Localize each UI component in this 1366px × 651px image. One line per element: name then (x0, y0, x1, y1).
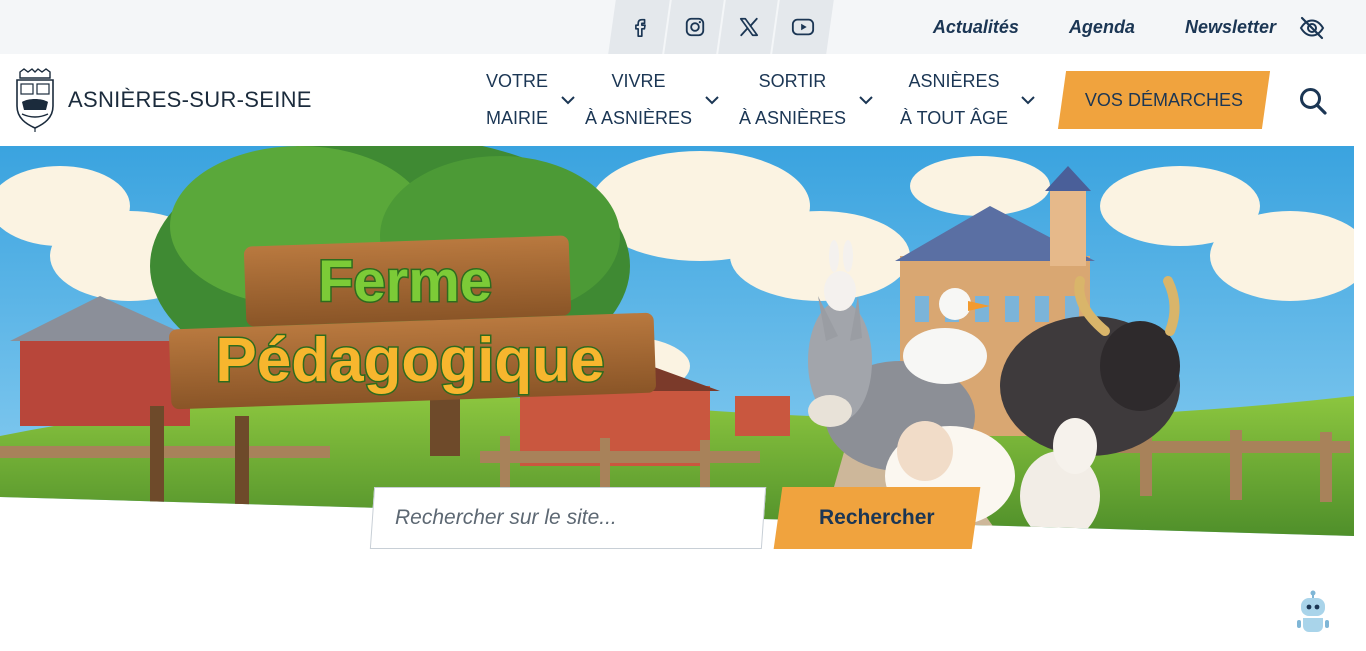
nav-sortir-a-asnieres[interactable]: SORTIR À ASNIÈRES (720, 54, 874, 146)
search-input[interactable] (373, 488, 763, 548)
x-twitter-icon (739, 17, 759, 37)
nav-label: VOTRE MAIRIE (486, 71, 548, 129)
search-icon[interactable] (1298, 86, 1328, 116)
vos-demarches-button[interactable]: VOS DÉMARCHES (1057, 71, 1271, 129)
nav-label: VIVRE À ASNIÈRES (585, 71, 692, 129)
nav-label-line1: ASNIÈRES (908, 71, 1000, 91)
link-agenda[interactable]: Agenda (1069, 17, 1135, 38)
hero-title-line1: Ferme (318, 249, 492, 314)
nav-vivre-a-asnieres[interactable]: VIVRE À ASNIÈRES (576, 54, 720, 146)
hero-banner: Ferme Pédagogique (0, 146, 1354, 536)
nav-label-line1: SORTIR (758, 71, 827, 91)
nav-label-line2: À TOUT ÂGE (899, 108, 1008, 128)
youtube-link[interactable] (770, 0, 834, 54)
search-submit-label: Rechercher (819, 506, 935, 529)
nav-label-line1: VIVRE (611, 71, 666, 91)
chevron-down-icon (1021, 96, 1035, 105)
city-crest-logo (16, 68, 54, 132)
vos-demarches-label: VOS DÉMARCHES (1084, 89, 1244, 110)
home-logo-link[interactable]: ASNIÈRES-SUR-SEINE (14, 68, 312, 132)
link-newsletter[interactable]: Newsletter (1185, 17, 1276, 38)
chevron-down-icon (561, 96, 575, 105)
main-navigation: VOTRE MAIRIE VIVRE À ASNIÈRES SORTIR À A… (440, 54, 1036, 146)
nav-label-line2: MAIRIE (485, 108, 548, 128)
nav-votre-mairie[interactable]: VOTRE MAIRIE (440, 54, 576, 146)
search-submit-button[interactable]: Rechercher (773, 487, 981, 549)
social-links (608, 0, 834, 54)
hero-title-line2: Pédagogique (215, 326, 604, 395)
instagram-icon (685, 17, 705, 37)
nav-asnieres-a-tout-age[interactable]: ASNIÈRES À TOUT ÂGE (874, 54, 1036, 146)
nav-label-line1: VOTRE (485, 71, 548, 91)
accessibility-eye-slash-icon[interactable] (1298, 14, 1326, 42)
farm-illustration: Ferme Pédagogique (0, 146, 1354, 536)
chevron-down-icon (705, 96, 719, 105)
site-search-field[interactable] (369, 487, 767, 549)
nav-label: SORTIR À ASNIÈRES (739, 71, 846, 129)
nav-label-line2: À ASNIÈRES (738, 108, 846, 128)
site-name: ASNIÈRES-SUR-SEINE (68, 87, 312, 112)
top-links: Actualités Agenda Newsletter (883, 0, 1276, 54)
top-utility-bar: Actualités Agenda Newsletter (0, 0, 1366, 54)
link-actualites[interactable]: Actualités (933, 17, 1019, 38)
nav-label-line2: À ASNIÈRES (584, 108, 692, 128)
nav-label: ASNIÈRES À TOUT ÂGE (900, 71, 1008, 129)
main-header: ASNIÈRES-SUR-SEINE VOTRE MAIRIE VIVRE À … (0, 54, 1366, 146)
chatbot-robot-icon[interactable] (1296, 590, 1330, 634)
chevron-down-icon (859, 96, 873, 105)
page: Actualités Agenda Newsletter ASNIÈRES-SU… (0, 0, 1366, 651)
facebook-icon (635, 18, 646, 37)
youtube-icon (791, 18, 815, 36)
